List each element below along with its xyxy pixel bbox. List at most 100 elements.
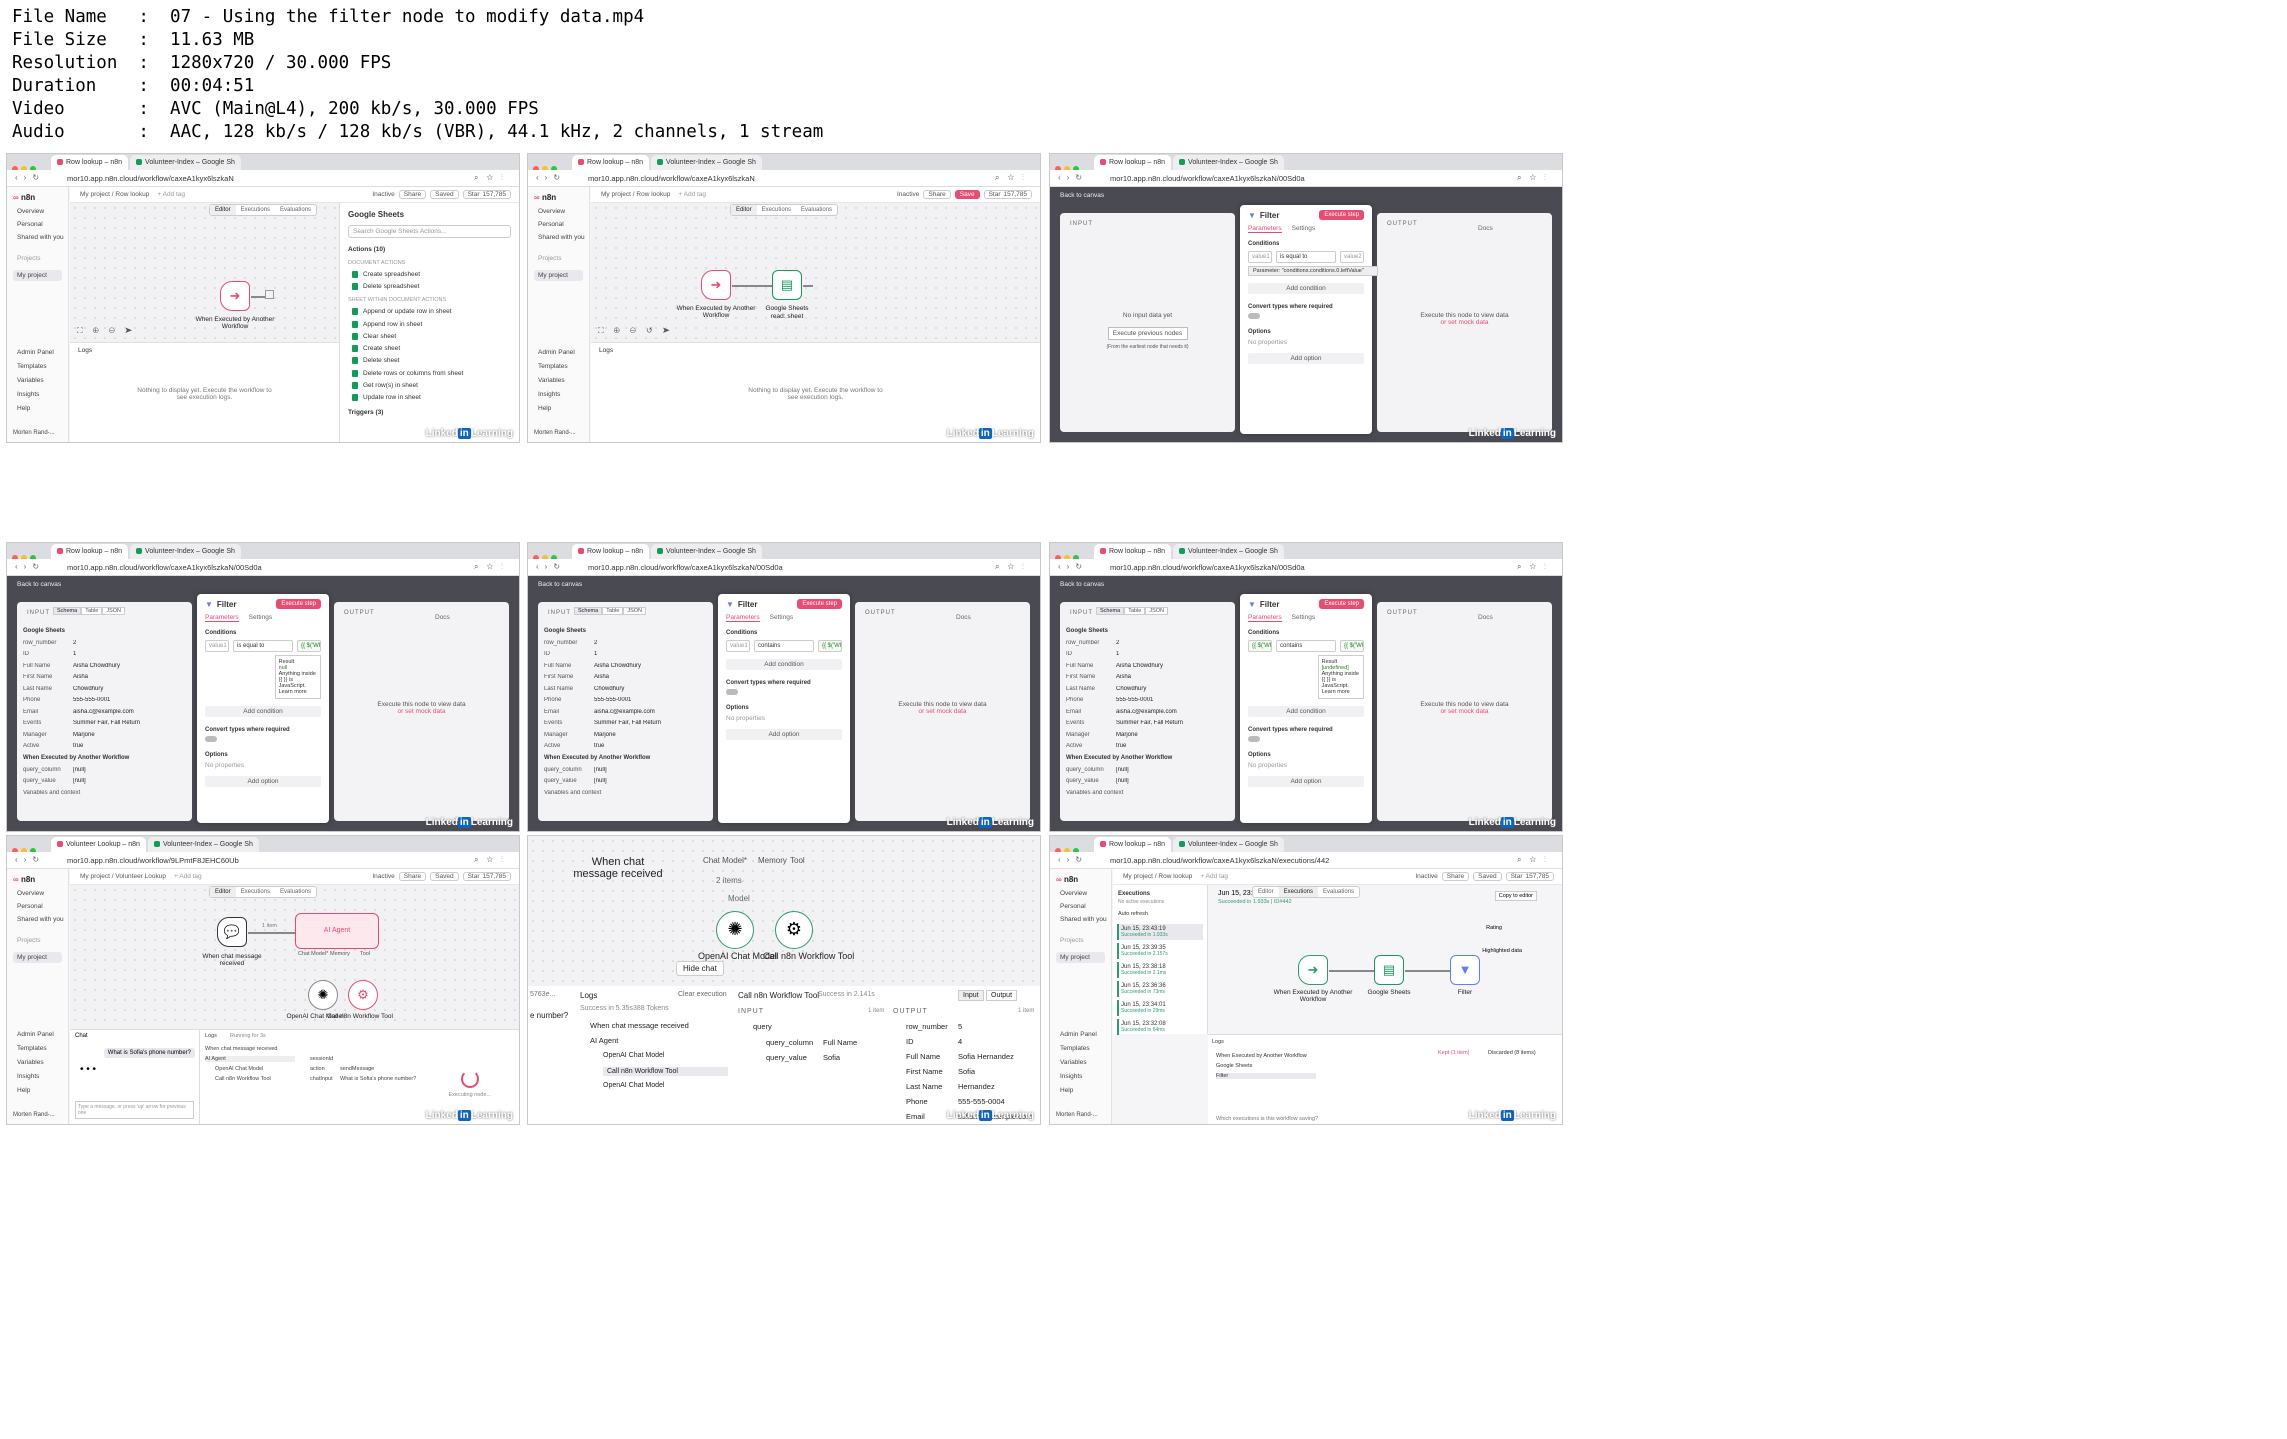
sidebar-item-insights[interactable]: Insights — [17, 1073, 54, 1080]
breadcrumb-workflow[interactable]: Row lookup — [115, 191, 149, 198]
address-bar[interactable]: ‹›↻ mor10.app.n8n.cloud/workflow/caxeA1ky… — [7, 559, 519, 576]
sidebar-item-insights[interactable]: Insights — [1060, 1073, 1097, 1080]
sidebar-item-my-project[interactable]: My project — [1056, 952, 1105, 963]
condition-right-value[interactable]: value2 — [1340, 251, 1364, 263]
schema-field[interactable]: query_value [null] — [1066, 778, 1229, 784]
tab-editor[interactable]: Editor — [209, 887, 236, 897]
google-sheets-node[interactable]: ▤ — [772, 270, 802, 300]
execution-item[interactable]: Jun 15, 23:32:08 Succeeded in 64ms — [1117, 1019, 1203, 1035]
back-to-canvas-link[interactable]: Back to canvas — [1060, 192, 1104, 199]
tab-executions[interactable]: Executions — [1278, 887, 1319, 897]
action-item[interactable]: Delete sheet — [352, 357, 519, 365]
log-entry[interactable]: Call n8n Workflow Tool — [215, 1076, 271, 1082]
clear-execution-button[interactable]: Clear execution — [678, 991, 727, 998]
sidebar-item-admin[interactable]: Admin Panel — [17, 349, 54, 356]
schema-field[interactable]: Manager Marjorie — [544, 732, 707, 738]
trigger-node[interactable]: ➜ — [701, 270, 731, 300]
schema-field[interactable]: row_number 2 — [23, 640, 186, 646]
browser-action-icons[interactable]: ⌕☆⋮ — [995, 173, 1032, 183]
sidebar-item-insights[interactable]: Insights — [17, 391, 54, 398]
condition-left-value[interactable]: value1 — [726, 640, 750, 652]
action-item[interactable]: Create sheet — [352, 345, 519, 352]
execution-item[interactable]: Jun 15, 23:36:36 Succeeded in 73ms — [1117, 981, 1203, 997]
browser-tab[interactable]: Row lookup – n8n — [572, 155, 650, 170]
tab-settings[interactable]: Settings — [1292, 225, 1316, 232]
view-tab[interactable]: JSON — [1145, 607, 1169, 615]
action-item[interactable]: Get row(s) in sheet — [352, 381, 519, 389]
breadcrumb-project[interactable]: My project — [80, 873, 110, 880]
add-tag-link[interactable]: + Add tag — [174, 873, 202, 880]
view-tab[interactable]: Schema — [1096, 607, 1125, 615]
sidebar-item-templates[interactable]: Templates — [17, 1045, 54, 1052]
sidebar-item-templates[interactable]: Templates — [17, 363, 54, 370]
condition-operator[interactable]: is equal to — [1276, 251, 1336, 263]
convert-types-toggle[interactable] — [726, 689, 738, 695]
tab-editor[interactable]: Editor — [209, 205, 236, 215]
browser-tab[interactable]: Row lookup – n8n — [1094, 544, 1172, 559]
auto-refresh-checkbox[interactable]: Auto refresh — [1113, 907, 1207, 921]
set-mock-data-link[interactable]: or set mock data — [855, 708, 1030, 715]
browser-tab[interactable]: Volunteer-Index – Google Sh — [651, 155, 762, 170]
variables-context[interactable]: Variables and context — [23, 790, 186, 796]
add-condition-button[interactable]: Add condition — [1248, 706, 1364, 717]
tab-settings[interactable]: Settings — [249, 614, 273, 621]
save-button[interactable]: Saved — [430, 872, 459, 881]
schema-field[interactable]: query_value [null] — [23, 778, 186, 784]
browser-tab[interactable]: Volunteer-Index – Google Sh — [1173, 155, 1284, 170]
tab-editor[interactable]: Editor — [730, 205, 757, 215]
schema-field[interactable]: Phone 555-555-0001 — [23, 697, 186, 703]
sidebar-item-help[interactable]: Help — [17, 405, 54, 412]
user-name[interactable]: Morten Rand-... — [13, 430, 55, 436]
add-condition-button[interactable]: Add condition — [1248, 283, 1364, 294]
tab-executions[interactable]: Executions — [236, 887, 275, 897]
google-sheets-node[interactable]: ▤ — [1374, 955, 1404, 985]
browser-action-icons[interactable]: ⌕☆⋮ — [1517, 173, 1554, 183]
breadcrumb-workflow[interactable]: Volunteer Lookup — [115, 873, 166, 880]
schema-field[interactable]: Phone 555-555-0001 — [1066, 697, 1229, 703]
add-option-button[interactable]: Add option — [1248, 353, 1364, 364]
schema-field[interactable]: row_number 2 — [1066, 640, 1229, 646]
execute-step-button[interactable]: Execute step — [276, 599, 321, 609]
sidebar-item-overview[interactable]: Overview — [17, 890, 68, 897]
sidebar-item-admin[interactable]: Admin Panel — [1060, 1031, 1097, 1038]
browser-tab[interactable]: Row lookup – n8n — [1094, 155, 1172, 170]
sidebar-item-help[interactable]: Help — [1060, 1087, 1097, 1094]
browser-tab[interactable]: Volunteer-Index – Google Sh — [130, 544, 241, 559]
view-tab[interactable]: Table — [602, 607, 624, 615]
schema-field[interactable]: Active true — [1066, 743, 1229, 749]
browser-tab[interactable]: Volunteer-Index – Google Sh — [1173, 837, 1284, 852]
back-to-canvas-link[interactable]: Back to canvas — [1060, 581, 1104, 588]
log-tool[interactable]: Call n8n Workflow Tool — [603, 1067, 728, 1076]
condition-right-value[interactable]: {{ $('When Executed by Another Workflow'… — [1340, 640, 1364, 652]
github-star-button[interactable]: Star 157,785 — [1505, 872, 1554, 881]
schema-field[interactable]: query_column [null] — [1066, 767, 1229, 773]
add-condition-button[interactable]: Add condition — [205, 706, 321, 717]
user-name[interactable]: Morten Rand-... — [13, 1112, 55, 1118]
url-text[interactable]: mor10.app.n8n.cloud/workflow/caxeA1kyx6l… — [1110, 174, 1305, 183]
schema-field[interactable]: First Name Aisha — [544, 674, 707, 680]
sidebar-item-my-project[interactable]: My project — [534, 270, 583, 281]
add-tag-link[interactable]: + Add tag — [1200, 873, 1228, 880]
nav-buttons[interactable]: ‹›↻ — [15, 173, 45, 182]
url-text[interactable]: mor10.app.n8n.cloud/workflow/caxeA1kyx6l… — [1110, 563, 1305, 572]
schema-field[interactable]: Phone 555-555-0001 — [544, 697, 707, 703]
view-tab[interactable]: Table — [81, 607, 103, 615]
add-condition-button[interactable]: Add condition — [726, 659, 842, 670]
schema-field[interactable]: First Name Aisha — [23, 674, 186, 680]
schema-field[interactable]: Email aisha.c@example.com — [23, 709, 186, 715]
tab-evaluations[interactable]: Evaluations — [275, 205, 316, 215]
nav-buttons[interactable]: ‹›↻ — [15, 562, 45, 571]
tab-evaluations[interactable]: Evaluations — [1318, 887, 1359, 897]
sidebar-item-variables[interactable]: Variables — [538, 377, 575, 384]
nav-buttons[interactable]: ‹›↻ — [1058, 173, 1088, 182]
tab-editor[interactable]: Editor — [1253, 887, 1279, 897]
condition-operator[interactable]: contains — [754, 640, 814, 652]
browser-tab[interactable]: Row lookup – n8n — [1094, 837, 1172, 852]
condition-left-value[interactable]: value1 — [205, 640, 229, 652]
save-button[interactable]: Saved — [430, 190, 459, 199]
browser-action-icons[interactable]: ⌕☆⋮ — [474, 173, 511, 183]
save-button[interactable]: Saved — [1473, 872, 1502, 881]
browser-action-icons[interactable]: ⌕☆⋮ — [474, 855, 511, 865]
condition-left-value[interactable]: value1 — [1248, 251, 1272, 263]
tab-parameters[interactable]: Parameters — [1248, 614, 1282, 622]
